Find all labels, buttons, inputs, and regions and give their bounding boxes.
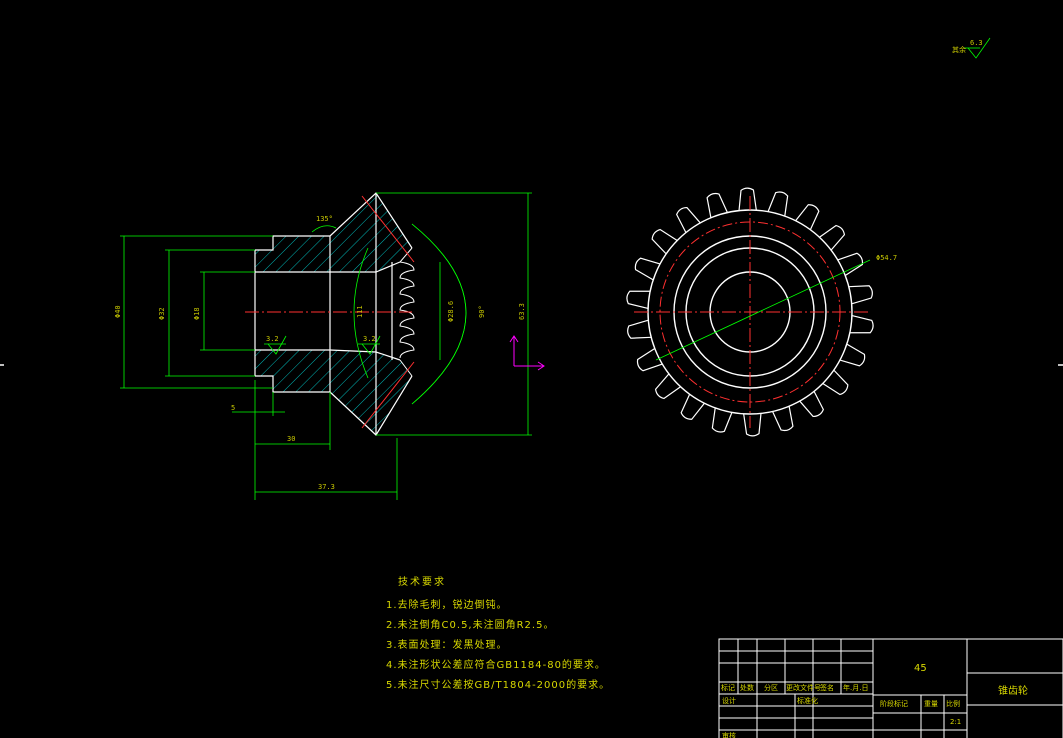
note-line-4: 4.未注形状公差应符合GB1184-80的要求。 [386, 660, 606, 671]
gear-tooth [799, 391, 825, 418]
tb-scale-value: 2:1 [950, 718, 961, 726]
dim-height-63: 63.3 [518, 303, 526, 320]
gear-tooth [839, 343, 866, 367]
tb-weight-label: 重量 [924, 700, 938, 708]
gear-tooth [849, 314, 874, 334]
gear-tooth [627, 319, 652, 339]
notes-title: 技术要求 [398, 577, 446, 588]
tb-material: 45 [914, 663, 927, 674]
gear-tooth [680, 393, 705, 420]
gear-tooth [654, 373, 681, 400]
dim-d-285: Φ28.6 [447, 301, 455, 322]
note-line-1: 1.去除毛刺，锐边倒钝。 [386, 600, 508, 611]
surface-rest-value: 6.3 [970, 39, 983, 47]
gear-tooth [634, 257, 661, 281]
gear-tooth [636, 348, 663, 372]
tb-part-name: 锥齿轮 [998, 684, 1028, 697]
gear-tooth [706, 192, 728, 218]
gear-front-view: Φ54.7 [626, 187, 897, 437]
gear-tooth [675, 206, 701, 233]
surface-roughness-note: 其余 6.3 [952, 37, 991, 59]
gear-center-lines [634, 196, 870, 428]
note-line-3: 3.表面处理：发黑处理。 [386, 640, 508, 651]
tb-scale-label: 比例 [946, 699, 960, 708]
tb-std-label: 标准化 [797, 696, 818, 705]
tb-change-doc-label: 更改文件号 [786, 683, 821, 692]
tb-date-label: 年.月.日 [843, 683, 868, 692]
gear-tooth [738, 187, 757, 211]
gear-od-leader [655, 259, 871, 361]
note-line-2: 2.未注倒角C0.5,未注圆角R2.5。 [386, 620, 555, 631]
surface-rest-label: 其余 [952, 45, 966, 54]
tb-zone-label: 分区 [764, 683, 778, 692]
tb-design-label: 设计 [722, 696, 736, 705]
dim-length-5: 5 [231, 404, 235, 412]
roughness-right: 3.2 [363, 335, 376, 343]
gear-tooth [848, 285, 873, 305]
roughness-left: 3.2 [266, 335, 279, 343]
dim-angle-90: 90° [478, 305, 486, 318]
ucs-axis-icon [509, 335, 545, 371]
gear-tooth [795, 204, 820, 231]
gear-tooth [772, 406, 794, 432]
gear-tooth [822, 369, 849, 396]
tb-stage-label: 阶段标记 [880, 699, 908, 708]
note-line-5: 5.未注尺寸公差按GB/T1804-2000的要求。 [386, 680, 611, 691]
tb-sign-label: 签名 [820, 683, 834, 692]
gear-tooth [651, 228, 678, 255]
dim-gear-od: Φ54.7 [876, 254, 897, 262]
dim-angle-135: 135° [316, 215, 333, 223]
gear-tooth [837, 252, 864, 276]
tb-mark-label: 标记 [721, 683, 735, 692]
dim-length-37: 37.3 [318, 483, 335, 491]
gear-tooth [626, 290, 651, 310]
gear-tooth [819, 224, 846, 251]
tb-count-label: 处数 [740, 683, 754, 692]
tb-review-label: 审核 [722, 731, 736, 738]
section-view: Φ40 Φ32 Φ18 5 30 37.3 63.3 Φ28.6 90° 135… [114, 192, 545, 500]
dim-d-mid: Φ32 [158, 307, 166, 320]
dim-length-30: 30 [287, 435, 295, 443]
title-block: 45 锥齿轮 比例 2:1 阶段标记 重量 标记 处数 分区 更改文件号 签名 … [718, 638, 1063, 738]
dim-inner-label: 111 [356, 305, 364, 318]
dim-d-bore: Φ18 [193, 307, 201, 320]
gear-tooth [743, 413, 762, 437]
dim-d-outer: Φ40 [114, 305, 122, 318]
hatch-top [255, 193, 412, 272]
